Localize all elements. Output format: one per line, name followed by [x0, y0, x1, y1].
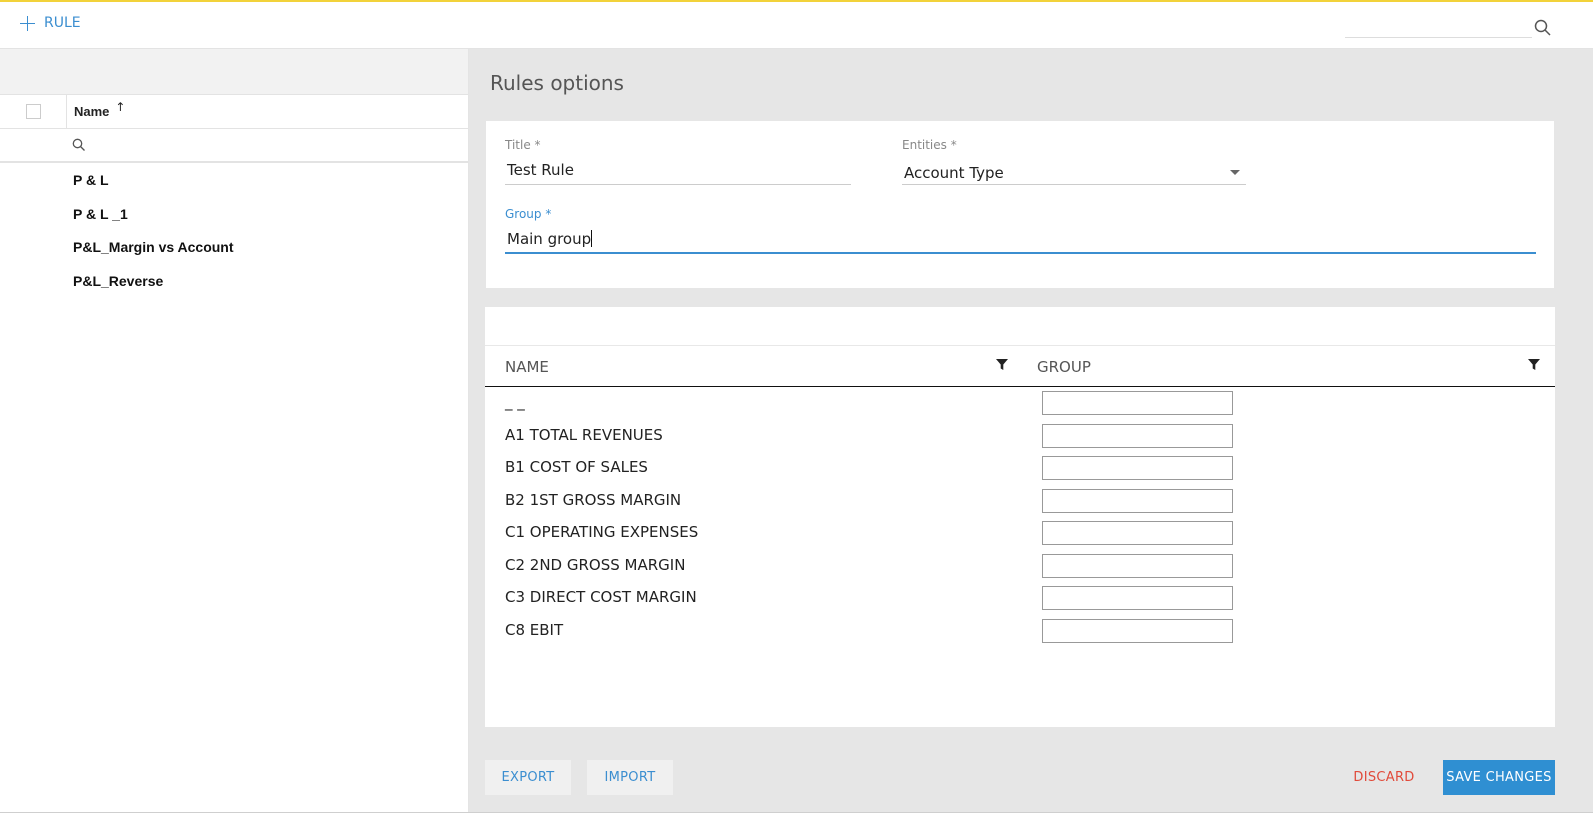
account-name: A1 TOTAL REVENUES: [505, 425, 663, 444]
group-cell-input[interactable]: [1042, 553, 1233, 578]
account-name: C1 OPERATING EXPENSES: [505, 523, 699, 541]
discard-button[interactable]: DISCARD: [1340, 760, 1428, 795]
list-column-header: Name ↑: [0, 95, 468, 129]
account-name: B1 COST OF SALES: [505, 458, 648, 476]
rule-form-card: Title * Test Rule Entities * Account Typ…: [486, 121, 1554, 288]
add-rule-label: RULE: [44, 15, 81, 31]
account-name: _ _: [505, 393, 525, 411]
table-row: C8 EBIT: [485, 616, 1555, 649]
window-bottom-border: [0, 812, 1593, 813]
entities-select[interactable]: Account Type: [902, 161, 1246, 185]
filter-icon[interactable]: [995, 358, 1009, 372]
title-field: Title * Test Rule: [505, 138, 851, 185]
entities-field: Entities * Account Type: [902, 138, 1246, 185]
save-changes-button[interactable]: SAVE CHANGES: [1443, 760, 1555, 795]
name-column-header: NAME: [505, 358, 549, 376]
group-column-header: GROUP: [1037, 358, 1091, 376]
entities-selected-value: Account Type: [904, 163, 1004, 182]
group-cell-input[interactable]: [1042, 586, 1233, 610]
list-item[interactable]: P & L: [0, 169, 468, 203]
title-input[interactable]: Test Rule: [505, 161, 851, 185]
table-row: B1 COST OF SALES: [485, 453, 1555, 486]
plus-icon: [20, 15, 35, 31]
account-name: C2 2ND GROSS MARGIN: [505, 555, 686, 574]
title-label: Title *: [505, 138, 541, 152]
group-cell-input[interactable]: [1042, 488, 1233, 513]
name-column-header[interactable]: Name: [74, 104, 109, 119]
group-cell-input[interactable]: [1042, 391, 1233, 415]
rule-options-panel: Rules options Title * Test Rule Entities…: [469, 49, 1593, 813]
export-button[interactable]: EXPORT: [485, 760, 571, 795]
table-row: _ _: [485, 388, 1555, 421]
add-rule-button[interactable]: RULE: [20, 15, 81, 31]
mapping-table: NAME GROUP _ _ A1 TOTAL REVENUES B1 COST…: [485, 307, 1555, 727]
table-row: A1 TOTAL REVENUES: [485, 421, 1555, 454]
page-title: Rules options: [490, 71, 624, 95]
group-cell-input[interactable]: [1042, 456, 1233, 480]
account-name: C3 DIRECT COST MARGIN: [505, 588, 697, 606]
search-icon[interactable]: [1534, 19, 1552, 37]
search-icon: [72, 138, 85, 151]
group-input-value: Main group: [507, 230, 592, 248]
group-cell-input[interactable]: [1042, 423, 1233, 448]
top-search-input[interactable]: [1345, 37, 1532, 38]
list-filter-row[interactable]: [0, 129, 468, 163]
group-label: Group *: [505, 207, 552, 221]
filter-icon[interactable]: [1527, 358, 1541, 372]
group-input[interactable]: Main group: [505, 230, 1536, 254]
action-footer: EXPORT IMPORT DISCARD SAVE CHANGES: [485, 760, 1555, 796]
rules-list-panel: Name ↑ P & L P & L _1 P&L_Margin vs Acco…: [0, 49, 469, 813]
table-header: NAME GROUP: [485, 345, 1555, 387]
entities-label: Entities *: [902, 138, 957, 152]
account-name: C8 EBIT: [505, 620, 564, 639]
group-cell-input[interactable]: [1042, 521, 1233, 545]
sort-ascending-icon[interactable]: ↑: [115, 101, 125, 113]
table-row: B2 1ST GROSS MARGIN: [485, 486, 1555, 519]
list-item[interactable]: P & L _1: [0, 203, 468, 237]
table-row: C3 DIRECT COST MARGIN: [485, 583, 1555, 616]
top-toolbar: RULE: [0, 0, 1593, 49]
caret-down-icon: [1230, 170, 1240, 175]
import-button[interactable]: IMPORT: [587, 760, 673, 795]
list-item[interactable]: P&L_Margin vs Account: [0, 236, 468, 270]
select-all-cell: [0, 95, 67, 128]
table-row: C1 OPERATING EXPENSES: [485, 518, 1555, 551]
group-cell-input[interactable]: [1042, 618, 1233, 643]
rules-list: P & L P & L _1 P&L_Margin vs Account P&L…: [0, 163, 468, 303]
account-name: B2 1ST GROSS MARGIN: [505, 490, 682, 509]
text-cursor: [591, 230, 593, 247]
list-header-band: [0, 49, 468, 95]
table-row: C2 2ND GROSS MARGIN: [485, 551, 1555, 584]
table-body: _ _ A1 TOTAL REVENUES B1 COST OF SALES B…: [485, 388, 1555, 648]
group-field: Group * Main group: [505, 207, 1536, 254]
list-item[interactable]: P&L_Reverse: [0, 270, 468, 304]
select-all-checkbox[interactable]: [25, 104, 41, 119]
